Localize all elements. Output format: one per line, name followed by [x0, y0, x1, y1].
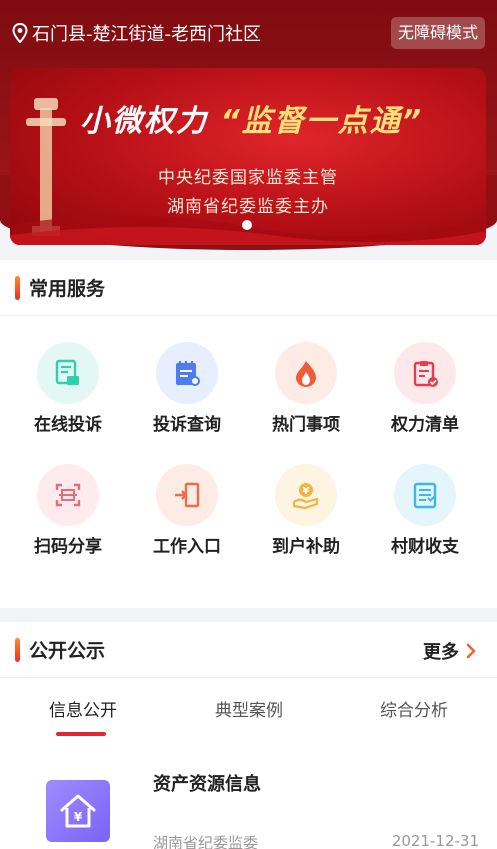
service-work-entrance[interactable]: 工作入口 — [128, 464, 246, 564]
service-hot-items[interactable]: 热门事项 — [247, 342, 365, 442]
banner-line-1: 中央纪委国家监委主管 — [158, 168, 338, 188]
tab-comprehensive-analysis[interactable]: 综合分析 — [331, 696, 497, 721]
service-icon-circle: ¥ — [275, 464, 337, 526]
service-scan-share[interactable]: 扫码分享 — [9, 464, 127, 564]
svg-text:¥: ¥ — [74, 810, 83, 824]
services-header: 常用服务 — [0, 260, 497, 316]
banner-title-quote: “监督一点通” — [220, 104, 424, 139]
tab-typical-cases[interactable]: 典型案例 — [166, 696, 332, 721]
service-label: 工作入口 — [153, 537, 221, 557]
location-pin-icon — [12, 23, 28, 43]
more-link[interactable]: 更多 — [423, 638, 477, 664]
service-label: 在线投诉 — [34, 415, 102, 435]
public-header: 公开公示 更多 — [0, 622, 497, 678]
location-text: 石门县-楚江街道-老西门社区 — [32, 24, 261, 45]
tab-info-disclosure[interactable]: 信息公开 — [0, 696, 166, 721]
flame-icon — [296, 361, 316, 387]
service-label: 到户补助 — [272, 537, 340, 557]
service-label: 村财收支 — [391, 537, 459, 557]
banner-title: 小微权力 “监督一点通” — [80, 96, 480, 140]
section-accent-bar — [15, 638, 20, 662]
ledger-icon — [413, 482, 437, 509]
service-complaint-query[interactable]: 投诉查询 — [128, 342, 246, 442]
public-section: 公开公示 更多 信息公开 典型案例 综合分析 ¥ 资产资源信息 湖南省纪委监委 … — [0, 622, 497, 849]
service-label: 热门事项 — [272, 415, 340, 435]
carousel-indicator-dot[interactable] — [242, 220, 252, 230]
service-label: 权力清单 — [391, 415, 459, 435]
complaint-query-icon — [176, 361, 200, 386]
news-source: 湖南省纪委监委 — [153, 834, 259, 849]
active-tab-underline — [56, 732, 106, 736]
location-selector[interactable]: 石门县-楚江街道-老西门社区 — [12, 20, 261, 46]
news-thumbnail: ¥ — [46, 780, 110, 842]
service-icon-circle — [275, 342, 337, 404]
services-title: 常用服务 — [29, 278, 106, 300]
section-accent-bar — [15, 276, 20, 300]
banner-title-part1: 小微权力 — [80, 104, 208, 139]
service-household-subsidy[interactable]: ¥ 到户补助 — [247, 464, 365, 564]
service-icon-circle — [156, 342, 218, 404]
public-title: 公开公示 — [29, 640, 106, 662]
service-icon-circle — [37, 342, 99, 404]
more-label: 更多 — [423, 642, 459, 663]
service-power-list[interactable]: 权力清单 — [366, 342, 484, 442]
house-yuan-icon: ¥ — [60, 794, 96, 828]
service-icon-circle — [394, 464, 456, 526]
online-complaint-icon — [55, 359, 79, 385]
banner-carousel[interactable]: 小微权力 “监督一点通” 中央纪委国家监委主管 湖南省纪委监委主办 — [10, 68, 486, 245]
news-title: 资产资源信息 — [153, 774, 261, 795]
service-village-finance[interactable]: 村财收支 — [366, 464, 484, 564]
service-label: 扫码分享 — [34, 537, 102, 557]
news-date: 2021-12-31 — [391, 832, 479, 849]
service-label: 投诉查询 — [153, 415, 221, 435]
public-tabs: 信息公开 典型案例 综合分析 — [0, 692, 497, 742]
door-enter-icon — [175, 482, 200, 508]
service-icon-circle — [37, 464, 99, 526]
chevron-right-icon — [466, 643, 476, 659]
accessibility-mode-button[interactable]: 无障碍模式 — [390, 17, 485, 49]
scan-icon — [55, 483, 81, 507]
services-section: 常用服务 在线投诉 投诉查询 热门事项 权力清单扫码分享 工作入口 ¥ 到户补助 村财收支 — [0, 260, 497, 608]
service-icon-circle — [394, 342, 456, 404]
clipboard-check-icon — [413, 361, 438, 387]
money-hand-icon: ¥ — [292, 483, 319, 510]
service-online-complaint[interactable]: 在线投诉 — [9, 342, 127, 442]
service-icon-circle — [156, 464, 218, 526]
svg-text:¥: ¥ — [303, 486, 310, 497]
